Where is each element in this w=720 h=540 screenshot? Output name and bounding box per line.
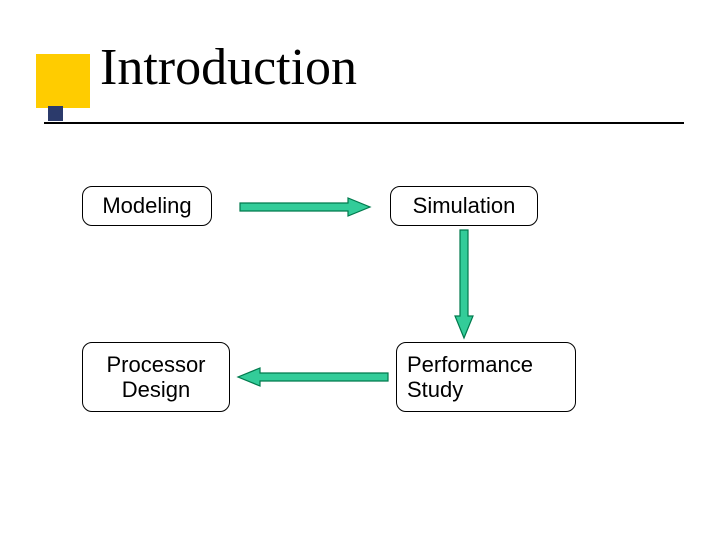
node-modeling: Modeling (82, 186, 212, 226)
arrow-simulation-to-performance (455, 230, 473, 338)
slide: Introduction Modeling Simulation Process… (0, 0, 720, 540)
node-performance: Performance Study (396, 342, 576, 412)
arrow-performance-to-processor (238, 368, 388, 386)
title-bullet-square (48, 106, 63, 121)
title-underline (44, 122, 684, 124)
node-processor: Processor Design (82, 342, 230, 412)
slide-title: Introduction (100, 38, 357, 97)
title-accent-square (36, 54, 90, 108)
node-simulation: Simulation (390, 186, 538, 226)
arrow-right-icon (240, 198, 370, 216)
arrow-modeling-to-simulation (240, 198, 370, 216)
